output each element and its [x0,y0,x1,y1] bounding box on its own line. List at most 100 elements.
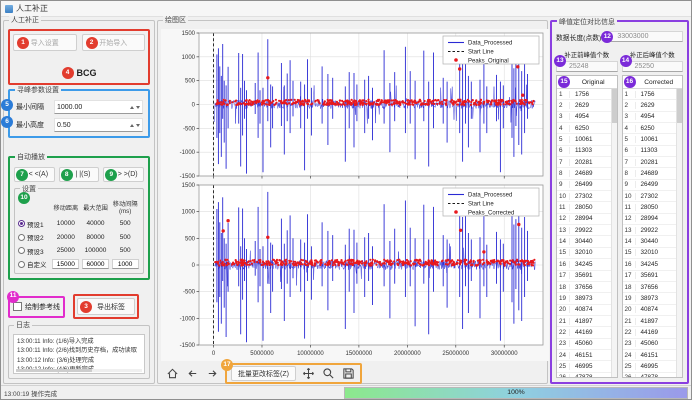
preset-radio[interactable] [18,247,25,254]
table-row[interactable]: 1027302 [623,191,677,202]
table-row[interactable]: 1329922 [623,225,677,236]
preset-value: 100000 [81,247,111,254]
preset-value: 80000 [81,234,111,241]
corrected-table-scrollbar[interactable] [676,89,682,377]
min-interval-spinbox[interactable] [54,100,143,114]
table-row[interactable]: 2345060 [623,339,677,350]
table-row[interactable]: 1735691 [557,271,611,282]
import-settings-button[interactable]: 1 导入设置 [13,34,77,51]
back-arrow-icon[interactable] [185,367,199,381]
table-row[interactable]: 1938973 [557,293,611,304]
table-row[interactable]: 34954 [557,112,611,123]
zoom-icon[interactable] [322,367,336,381]
table-row[interactable]: 2345060 [557,339,611,350]
table-row[interactable]: 11756 [623,89,677,100]
table-row[interactable]: 1634245 [557,259,611,270]
table-row[interactable]: 34954 [623,112,677,123]
table-row[interactable]: 824689 [623,168,677,179]
table-row[interactable]: 510061 [557,134,611,145]
preset-radio[interactable] [18,234,25,241]
table-row[interactable]: 22629 [623,100,677,111]
peak-position-value: 29922 [570,227,611,234]
table-row[interactable]: 926499 [557,180,611,191]
svg-text:1500: 1500 [182,183,196,189]
som-mark-6: 6 [1,116,13,128]
table-row[interactable]: 1430440 [623,236,677,247]
table-row[interactable]: 2040874 [623,305,677,316]
log-hscrollbar[interactable] [16,369,142,372]
export-labels-button[interactable]: 3 导出标签 [77,298,135,315]
table-row[interactable]: 510061 [623,134,677,145]
table-row[interactable]: 2244169 [557,327,611,338]
original-table-scrollbar[interactable] [611,89,617,377]
table-row[interactable]: 2244169 [623,327,677,338]
table-row[interactable]: 22629 [557,100,611,111]
custom-value-input[interactable] [52,259,79,269]
pause-button[interactable]: 8 | |(S) [59,167,100,182]
table-row[interactable]: 824689 [557,168,611,179]
start-import-button[interactable]: 2 开始导入 [82,34,146,51]
table-row[interactable]: 1938973 [623,293,677,304]
table-row[interactable]: 2647878 [623,373,677,378]
nav-toolbar: 17 批量更改标签(Z) [161,361,544,386]
autoplay-settings-box: 设置 10 移动距离最大范围移动间隔(ms)预设11000040000500预设… [14,188,144,274]
table-row[interactable]: 2446151 [623,350,677,361]
preset-radio[interactable] [18,220,25,227]
log-box[interactable]: 13:00:11 Info: (1/6)导入完成13:00:11 Info: (… [13,334,145,374]
table-row[interactable]: 1430440 [557,236,611,247]
row-index: 11 [557,204,570,211]
chart-bottom[interactable]: -1500-1000-50005001000150005000000100000… [161,181,549,361]
table-row[interactable]: 1532010 [557,248,611,259]
table-row[interactable]: 1837656 [623,282,677,293]
table-row[interactable]: 1329922 [557,225,611,236]
table-row[interactable]: 2141897 [557,316,611,327]
peak-position-value: 45060 [636,340,677,347]
table-row[interactable]: 2446151 [557,350,611,361]
table-row[interactable]: 611303 [623,146,677,157]
table-row[interactable]: 1027302 [557,191,611,202]
custom-value-input[interactable] [112,259,139,269]
table-row[interactable]: 2141897 [623,316,677,327]
table-row[interactable]: 1228994 [623,214,677,225]
row-index: 26 [557,374,570,378]
row-index: 23 [623,340,636,347]
step-forward-button[interactable]: 9 > >(D) [103,167,144,182]
table-row[interactable]: 1634245 [623,259,677,270]
table-row[interactable]: 2546995 [557,361,611,372]
table-row[interactable]: 926499 [623,180,677,191]
log-section: 日志 13:00:11 Info: (1/6)导入完成13:00:11 Info… [8,325,150,379]
step-back-button[interactable]: 7 < <(A) [14,167,55,182]
min-height-input[interactable] [57,122,128,129]
table-row[interactable]: 1735691 [623,271,677,282]
batch-edit-labels-button[interactable]: 批量更改标签(Z) [231,366,296,381]
table-row[interactable]: 720281 [557,157,611,168]
table-row[interactable]: 1128050 [557,202,611,213]
spin-up-icon[interactable] [130,124,134,127]
table-row[interactable]: 46250 [623,123,677,134]
spin-down-icon[interactable] [136,106,140,109]
table-row[interactable]: 2647878 [557,373,611,378]
table-row[interactable]: 11756 [557,89,611,100]
reference-line-checkbox[interactable] [13,302,22,311]
spin-up-icon[interactable] [130,106,134,109]
pan-icon[interactable] [302,367,316,381]
table-row[interactable]: 720281 [623,157,677,168]
custom-value-input[interactable] [82,259,109,269]
table-row[interactable]: 46250 [557,123,611,134]
table-row[interactable]: 2040874 [557,305,611,316]
preset-radio[interactable] [18,261,25,268]
spin-down-icon[interactable] [136,124,140,127]
table-row[interactable]: 2546995 [623,361,677,372]
table-row[interactable]: 1532010 [623,248,677,259]
table-row[interactable]: 1128050 [623,202,677,213]
forward-arrow-icon[interactable] [205,367,219,381]
table-row[interactable]: 611303 [557,146,611,157]
min-interval-input[interactable] [57,104,128,111]
chart-top[interactable]: -1500-1000-500050010001500Data_Processed… [161,29,549,181]
home-icon[interactable] [165,367,179,381]
table-row[interactable]: 1228994 [557,214,611,225]
table-row[interactable]: 1837656 [557,282,611,293]
before-count-field: 13 25248 [556,61,618,72]
save-icon[interactable] [342,367,356,381]
min-height-spinbox[interactable] [54,118,143,132]
